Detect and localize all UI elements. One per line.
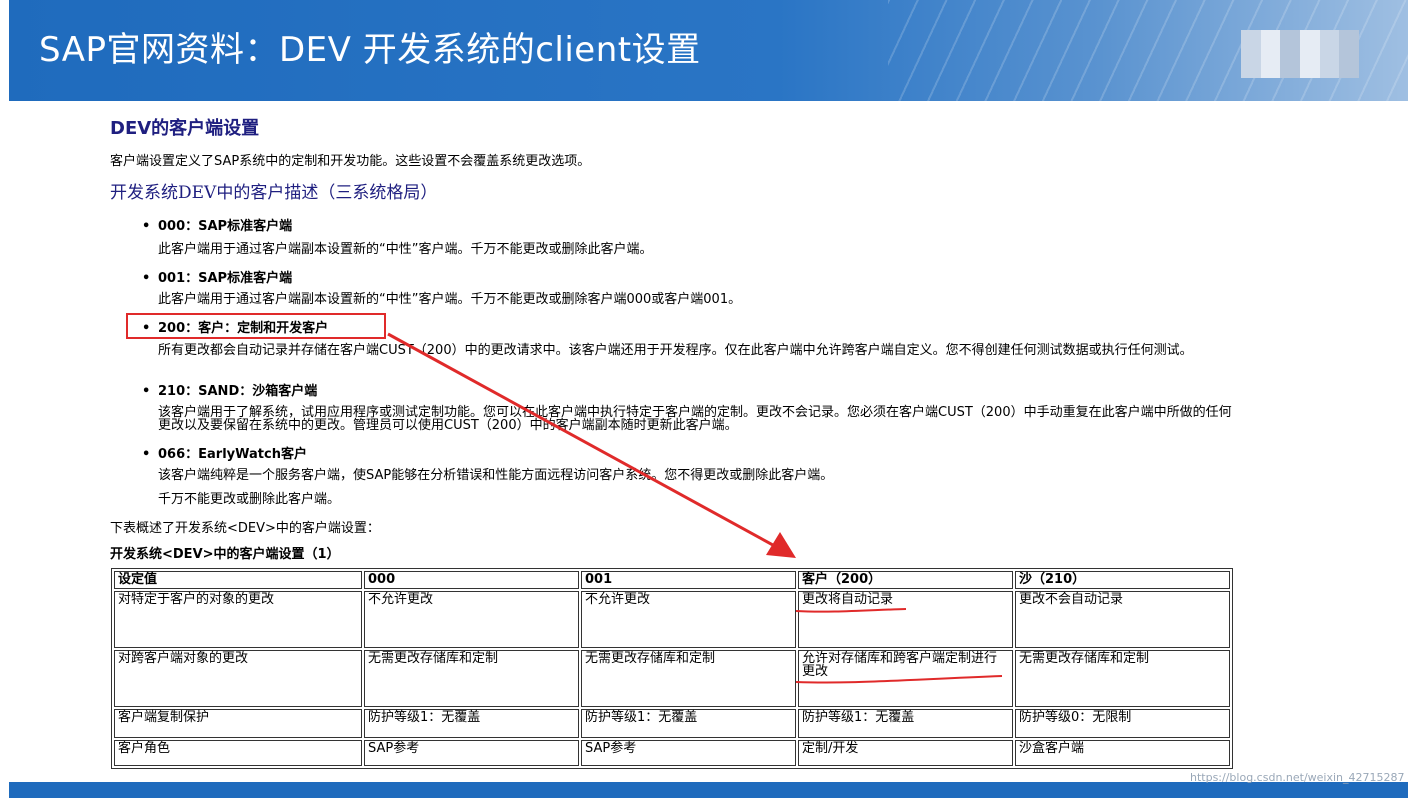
header-cell: 设定值	[114, 571, 362, 589]
client-210-title: 210：SAND：沙箱客户端	[142, 380, 317, 399]
client-000-desc: 此客户端用于通过客户端副本设置新的“中性”客户端。千万不能更改或删除此客户端。	[158, 242, 653, 257]
table-cell: 不允许更改	[581, 591, 796, 648]
table-cell: 对跨客户端对象的更改	[114, 650, 362, 707]
table-title: 开发系统<DEV>中的客户端设置（1）	[110, 547, 340, 562]
header-cell: 客户（200）	[798, 571, 1013, 589]
highlight-box-200	[126, 313, 386, 339]
client-200-desc: 所有更改都会自动记录并存储在客户端CUST（200）中的更改请求中。该客户端还用…	[158, 343, 1193, 358]
table-caption: 下表概述了开发系统<DEV>中的客户端设置：	[110, 521, 380, 536]
table-cell: SAP参考	[581, 740, 796, 766]
intro-text: 客户端设置定义了SAP系统中的定制和开发功能。这些设置不会覆盖系统更改选项。	[110, 154, 591, 169]
bottom-bar	[9, 782, 1408, 798]
table-cell: 更改将自动记录	[798, 591, 1013, 648]
arrow-line	[387, 332, 783, 552]
header-cell: 沙（210）	[1015, 571, 1230, 589]
table-cell: 无需更改存储库和定制	[364, 650, 579, 707]
slide-title: SAP官网资料：DEV 开发系统的client设置	[39, 30, 701, 70]
table-cell: 不允许更改	[364, 591, 579, 648]
table-cell: 防护等级1：无覆盖	[364, 709, 579, 738]
table-row: 客户端复制保护 防护等级1：无覆盖 防护等级1：无覆盖 防护等级1：无覆盖 防护…	[114, 709, 1230, 738]
arrow-head	[766, 532, 796, 558]
table-header-row: 设定值 000 001 客户（200） 沙（210）	[114, 571, 1230, 589]
client-001-desc: 此客户端用于通过客户端副本设置新的“中性”客户端。千万不能更改或删除客户端000…	[158, 292, 742, 307]
table-cell: 防护等级1：无覆盖	[581, 709, 796, 738]
table-row: 客户角色 SAP参考 SAP参考 定制/开发 沙盒客户端	[114, 740, 1230, 766]
section-heading: 开发系统DEV中的客户描述（三系统格局）	[110, 183, 438, 203]
title-banner: SAP官网资料：DEV 开发系统的client设置	[9, 0, 1408, 101]
client-066-desc: 该客户端纯粹是一个服务客户端，使SAP能够在分析错误和性能方面远程访问客户系统。…	[158, 468, 834, 483]
blurred-logo	[1241, 30, 1359, 78]
client-066-title: 066：EarlyWatch客户	[142, 443, 307, 462]
header-cell: 000	[364, 571, 579, 589]
table-cell: 客户角色	[114, 740, 362, 766]
table-cell: 防护等级1：无覆盖	[798, 709, 1013, 738]
table-cell: 更改不会自动记录	[1015, 591, 1230, 648]
client-066-note: 千万不能更改或删除此客户端。	[158, 492, 341, 507]
table-row: 对特定于客户的对象的更改 不允许更改 不允许更改 更改将自动记录 更改不会自动记…	[114, 591, 1230, 648]
table-cell: 定制/开发	[798, 740, 1013, 766]
header-cell: 001	[581, 571, 796, 589]
table-cell: 防护等级0：无限制	[1015, 709, 1230, 738]
client-settings-table: 设定值 000 001 客户（200） 沙（210） 对特定于客户的对象的更改 …	[111, 568, 1233, 769]
table-cell: 客户端复制保护	[114, 709, 362, 738]
table-cell: 对特定于客户的对象的更改	[114, 591, 362, 648]
table-row: 对跨客户端对象的更改 无需更改存储库和定制 无需更改存储库和定制 允许对存储库和…	[114, 650, 1230, 707]
table-cell: 允许对存储库和跨客户端定制进行更改	[798, 650, 1013, 707]
client-000-title: 000：SAP标准客户端	[142, 215, 292, 234]
table-cell: 无需更改存储库和定制	[581, 650, 796, 707]
table-cell: SAP参考	[364, 740, 579, 766]
client-001-title: 001：SAP标准客户端	[142, 267, 292, 286]
watermark-text: https://blog.csdn.net/weixin_42715287	[1190, 771, 1405, 784]
page-heading: DEV的客户端设置	[110, 118, 260, 139]
table-cell: 无需更改存储库和定制	[1015, 650, 1230, 707]
client-210-desc: 该客户端用于了解系统，试用应用程序或测试定制功能。您可以在此客户端中执行特定于客…	[158, 405, 1232, 433]
table-cell: 沙盒客户端	[1015, 740, 1230, 766]
